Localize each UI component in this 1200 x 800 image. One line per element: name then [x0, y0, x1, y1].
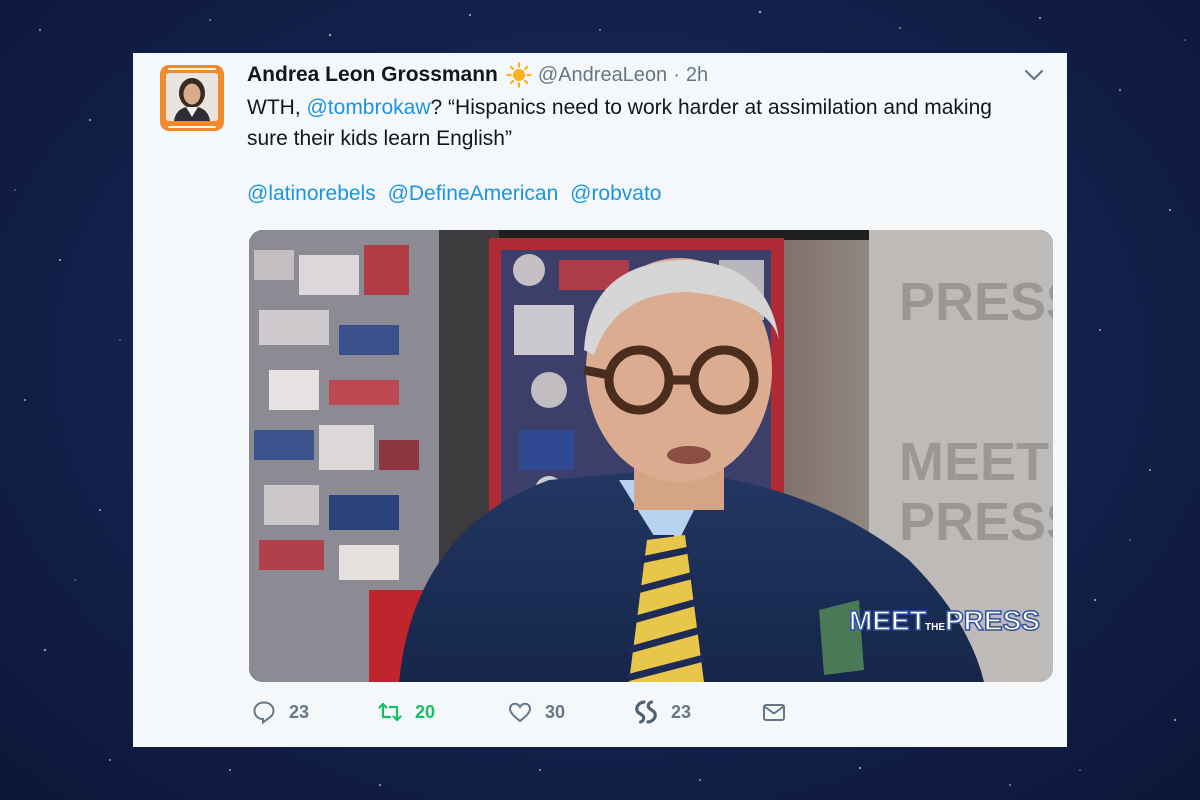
bg-sign-1: PRESS	[899, 272, 1053, 332]
tweet-text-prefix: WTH,	[247, 96, 307, 119]
mention-link[interactable]: @DefineAmerican	[388, 182, 559, 205]
mention-link[interactable]: @robvato	[570, 182, 661, 205]
stumble-share-icon	[635, 700, 657, 724]
video-frame: PRESS MEET PRESS MEET THE P	[249, 230, 1053, 682]
reply-icon	[253, 701, 275, 725]
like-button[interactable]: 30	[507, 699, 565, 725]
author-handle[interactable]: @AndreaLeon	[538, 64, 667, 87]
retweet-icon	[378, 702, 402, 722]
author-name[interactable]: Andrea Leon Grossmann	[247, 63, 498, 87]
avatar[interactable]	[160, 65, 224, 131]
chevron-down-icon[interactable]	[1021, 62, 1047, 88]
bg-sign-3: PRESS	[899, 492, 1053, 552]
like-count: 30	[545, 701, 566, 722]
retweet-button[interactable]: 20	[377, 699, 435, 725]
tweet-text-line-1: WTH, @tombrokaw? “Hispanics need to work…	[247, 92, 1047, 123]
retweet-count: 20	[415, 701, 436, 722]
tweet-actions: 23 20 30 23	[247, 699, 807, 731]
avatar-photo	[166, 73, 218, 121]
tweet-header: Andrea Leon Grossmann @AndreaLeon · 2h	[247, 60, 1047, 90]
tweet-text: WTH, @tombrokaw? “Hispanics need to work…	[247, 92, 1047, 154]
share-count: 23	[671, 701, 692, 722]
meet-logo-the: THE	[925, 622, 945, 633]
like-icon	[508, 702, 532, 723]
reply-button[interactable]: 23	[251, 699, 309, 725]
tweet-timestamp[interactable]: 2h	[686, 64, 708, 87]
mention-link[interactable]: @tombrokaw	[306, 96, 430, 119]
reply-count: 23	[289, 701, 310, 722]
tweet-text-quote: ? “Hispanics need to work harder at assi…	[430, 96, 992, 119]
direct-message-button[interactable]	[761, 699, 787, 725]
share-button[interactable]: 23	[633, 699, 691, 725]
direct-message-icon	[763, 704, 785, 721]
meet-logo-meet: MEET	[849, 605, 927, 636]
mentions-list: @latinorebels @DefineAmerican @robvato	[247, 182, 668, 206]
bg-sign-2: MEET	[899, 432, 1049, 492]
tweet-text-line-2: sure their kids learn English”	[247, 127, 512, 150]
sun-icon	[506, 62, 532, 88]
mention-link[interactable]: @latinorebels	[247, 182, 376, 205]
header-separator: ·	[673, 63, 680, 86]
avatar-banner-bottom	[168, 126, 216, 128]
avatar-banner-top	[168, 68, 216, 70]
tweet-card[interactable]: Andrea Leon Grossmann @AndreaLeon · 2h W…	[133, 53, 1067, 747]
meet-logo-press: PRESS	[945, 605, 1040, 636]
video-media[interactable]: PRESS MEET PRESS MEET THE P	[249, 230, 1053, 682]
